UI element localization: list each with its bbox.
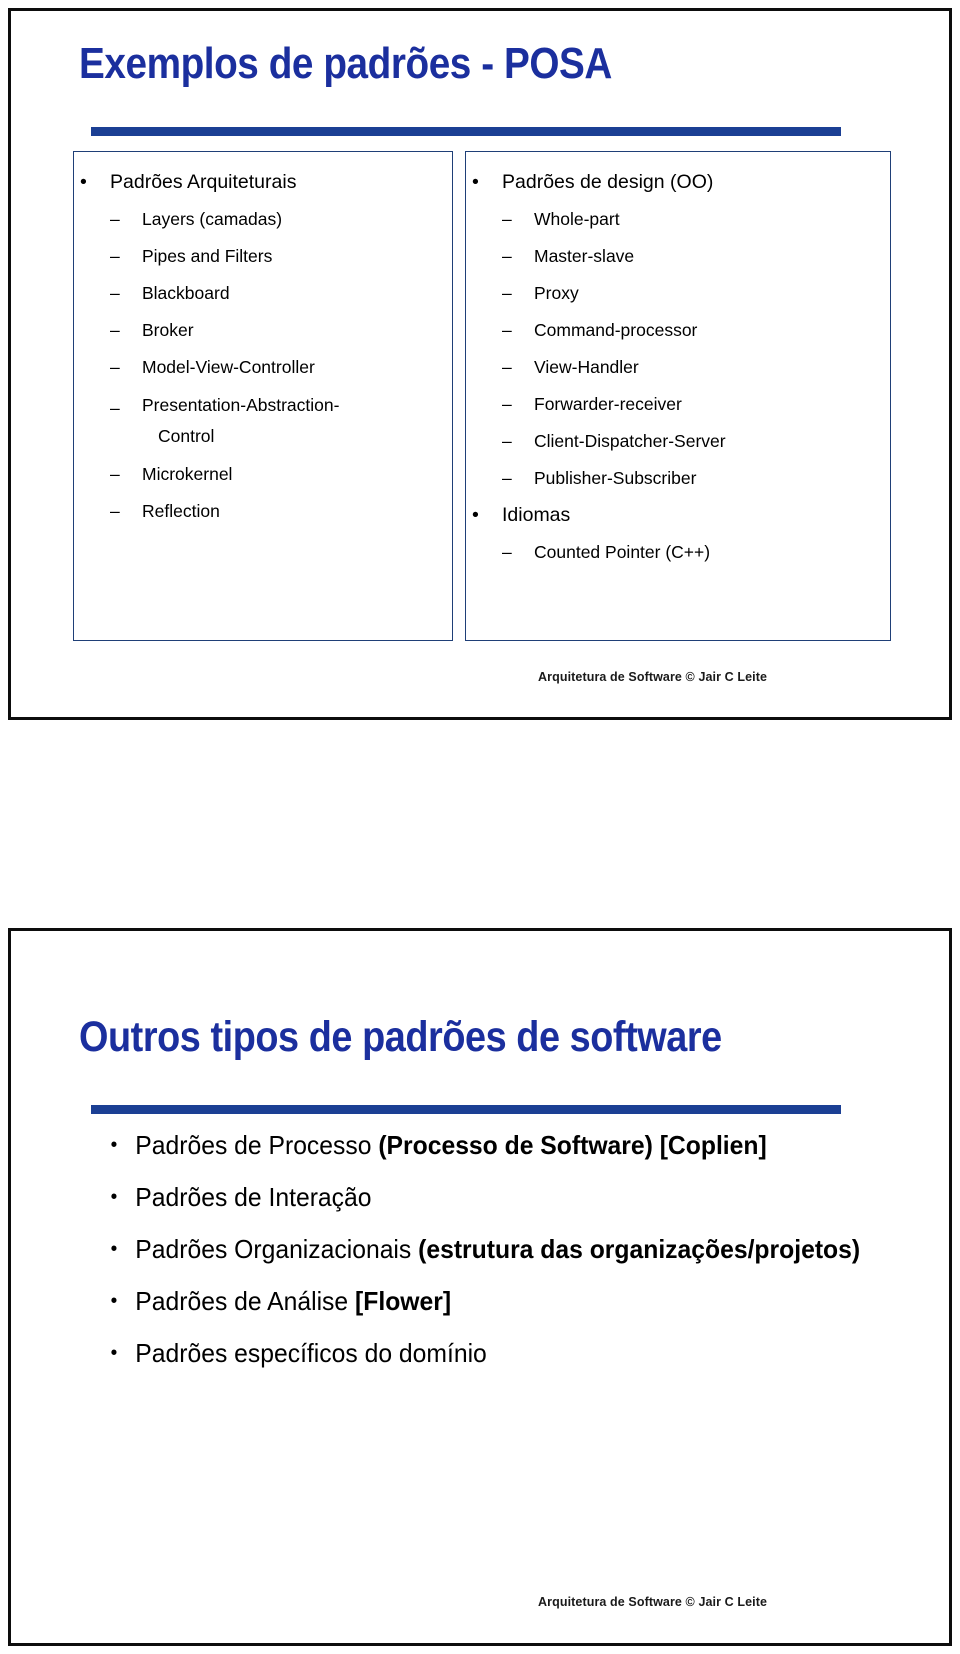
list-item: – Command-processor	[492, 312, 890, 349]
list-item: • Padrões de Análise [Flower]	[103, 1285, 863, 1318]
list-item-label: Master-slave	[534, 246, 635, 266]
left-sublist: – Layers (camadas) – Pipes and Filters –…	[100, 201, 452, 530]
list-item-label: Blackboard	[142, 283, 230, 303]
page-title: Outros tipos de padrões de software	[79, 1013, 722, 1061]
list-item: – Whole-part	[492, 201, 890, 238]
bullet-dot-icon: •	[110, 1134, 118, 1156]
list-item-label: Command-processor	[534, 320, 698, 340]
list-item: – Broker	[100, 312, 452, 349]
list-item-label: Counted Pointer (C++)	[534, 542, 711, 562]
dash-bullet-icon: –	[110, 246, 120, 266]
list-item-continuation: Control	[100, 421, 452, 452]
dash-bullet-icon: –	[502, 394, 512, 414]
list-item: – Counted Pointer (C++)	[492, 534, 890, 571]
list-item-label: Control	[158, 426, 215, 446]
list-item: • Padrões de Processo (Processo de Softw…	[103, 1129, 863, 1162]
list-item: – Master-slave	[492, 238, 890, 275]
bullet-dot-icon: •	[80, 171, 87, 193]
list-item-label: Padrões de Processo	[135, 1130, 379, 1160]
list-item-label: Padrões de Análise	[135, 1286, 356, 1316]
list-item: • Idiomas	[466, 497, 890, 534]
bullet-dot-icon: •	[110, 1342, 118, 1364]
list-item-label: Proxy	[534, 283, 579, 303]
list-item: – Proxy	[492, 275, 890, 312]
list-item: • Padrões Arquiteturais	[74, 164, 452, 201]
list-item: – Presentation-Abstraction-	[100, 390, 452, 421]
dash-bullet-icon: –	[110, 283, 120, 303]
dash-bullet-icon: –	[502, 209, 512, 229]
list-item: – Forwarder-receiver	[492, 386, 890, 423]
bullet-dot-icon: •	[110, 1186, 118, 1208]
list-item-label: View-Handler	[534, 357, 639, 377]
list-item-label: Client-Dispatcher-Server	[534, 431, 726, 451]
dash-bullet-icon: –	[502, 246, 512, 266]
dash-bullet-icon: –	[110, 357, 120, 377]
slide-footer: Arquitetura de Software © Jair C Leite	[538, 670, 768, 684]
dash-bullet-icon: –	[110, 501, 120, 521]
dash-bullet-icon: –	[110, 464, 120, 484]
list-item-label: Padrões de Interação	[135, 1182, 372, 1212]
title-underline-rule	[91, 127, 841, 136]
page-title: Exemplos de padrões - POSA	[79, 39, 612, 88]
list-item-emphasis: [Flower]	[355, 1286, 452, 1316]
list-item-emphasis: (estrutura das organizações/projetos)	[418, 1234, 861, 1264]
list-item-label: Microkernel	[142, 464, 233, 484]
list-item: – Publisher-Subscriber	[492, 460, 890, 497]
dash-bullet-icon: –	[110, 320, 120, 340]
slide-posa-examples: Exemplos de padrões - POSA • Padrões Arq…	[8, 8, 952, 720]
list-item: • Padrões específicos do domínio	[103, 1337, 863, 1370]
right-sublist-idioms: – Counted Pointer (C++)	[492, 534, 890, 571]
list-item-label: Pipes and Filters	[142, 246, 273, 266]
list-item-label: Whole-part	[534, 209, 620, 229]
list-item-label: Padrões de design (OO)	[502, 171, 714, 193]
left-bullet-list: • Padrões Arquiteturais – Layers (camada…	[74, 164, 452, 530]
list-item: – Microkernel	[100, 456, 452, 493]
list-item-label: Reflection	[142, 501, 220, 521]
dash-bullet-icon: –	[502, 542, 512, 562]
list-item-label: Forwarder-receiver	[534, 394, 682, 414]
slide-other-pattern-types: Outros tipos de padrões de software • Pa…	[8, 928, 952, 1646]
slide2-bullet-list: • Padrões de Processo (Processo de Softw…	[103, 1129, 903, 1389]
list-item: – Model-View-Controller	[100, 349, 452, 386]
list-item: – Layers (camadas)	[100, 201, 452, 238]
list-item: • Padrões de Interação	[103, 1181, 863, 1214]
list-item-label: Padrões específicos do domínio	[135, 1338, 487, 1368]
right-content-box: • Padrões de design (OO) – Whole-part – …	[465, 151, 891, 641]
list-item-label: Layers (camadas)	[142, 209, 283, 229]
title-underline-rule	[91, 1105, 841, 1114]
dash-bullet-icon: –	[502, 431, 512, 451]
dash-bullet-icon: –	[502, 468, 512, 488]
slide-footer: Arquitetura de Software © Jair C Leite	[538, 1595, 768, 1609]
list-item: – View-Handler	[492, 349, 890, 386]
list-item: – Blackboard	[100, 275, 452, 312]
list-item: – Pipes and Filters	[100, 238, 452, 275]
list-item-label: Padrões Organizacionais	[135, 1234, 419, 1264]
list-item: – Reflection	[100, 493, 452, 530]
dash-bullet-icon: –	[502, 357, 512, 377]
bullet-dot-icon: •	[110, 1238, 118, 1260]
list-item: • Padrões de design (OO)	[466, 164, 890, 201]
dash-bullet-icon: –	[110, 209, 120, 229]
slide-deck: Exemplos de padrões - POSA • Padrões Arq…	[0, 0, 960, 1654]
list-item: – Client-Dispatcher-Server	[492, 423, 890, 460]
list-item-label: Idiomas	[502, 504, 571, 526]
bullet-dot-icon: •	[110, 1290, 118, 1312]
list-item-label: Publisher-Subscriber	[534, 468, 697, 488]
list-item: • Padrões Organizacionais (estrutura das…	[103, 1233, 863, 1266]
bullet-dot-icon: •	[472, 171, 479, 193]
right-sublist: – Whole-part – Master-slave – Proxy – Co…	[492, 201, 890, 497]
list-item-label: Padrões Arquiteturais	[110, 171, 297, 193]
list-item-emphasis: (Processo de Software) [Coplien]	[378, 1130, 767, 1160]
bullet-dot-icon: •	[472, 504, 479, 526]
dash-bullet-icon: –	[502, 283, 512, 303]
right-bullet-list: • Padrões de design (OO) – Whole-part – …	[466, 164, 890, 571]
dash-bullet-icon: –	[502, 320, 512, 340]
list-item-label: Presentation-Abstraction-	[142, 395, 340, 415]
left-content-box: • Padrões Arquiteturais – Layers (camada…	[73, 151, 453, 641]
list-item-label: Broker	[142, 320, 194, 340]
list-item-label: Model-View-Controller	[142, 357, 315, 377]
